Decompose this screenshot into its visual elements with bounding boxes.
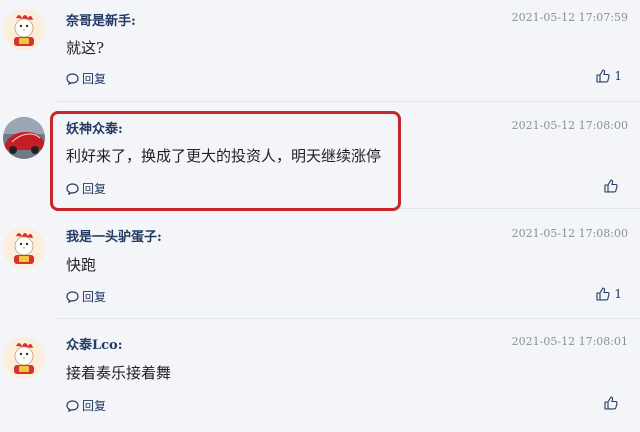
- avatar[interactable]: [2, 116, 46, 160]
- thumbs-up-icon: [604, 396, 618, 410]
- comment-bubble-icon: [66, 72, 79, 85]
- comment-text: 接着奏乐接着舞: [66, 364, 172, 382]
- comment-text: 就这?: [66, 39, 105, 57]
- timestamp: 2021-05-12 17:08:00: [511, 227, 628, 240]
- timestamp: 2021-05-12 17:08:01: [511, 335, 628, 348]
- like-button[interactable]: [604, 179, 622, 193]
- comment-item: 奈哥是新手: 2021-05-12 17:07:59 就这? 回复 1: [0, 0, 640, 108]
- reply-label: 回复: [82, 290, 107, 304]
- thumbs-up-icon: [596, 287, 610, 301]
- like-count: 1: [614, 287, 622, 301]
- like-count: 1: [614, 69, 622, 83]
- comment-item: 我是一头驴蛋子: 2021-05-12 17:08:00 快跑 回复 1: [0, 216, 640, 324]
- red-car-photo-icon: [3, 117, 45, 159]
- comment-item: 众泰Lco: 2021-05-12 17:08:01 接着奏乐接着舞 回复: [0, 324, 640, 432]
- username[interactable]: 众泰Lco:: [66, 334, 123, 353]
- username[interactable]: 我是一头驴蛋子:: [66, 226, 162, 245]
- reply-button[interactable]: 回复: [66, 288, 106, 305]
- thumbs-up-icon: [596, 69, 610, 83]
- reply-label: 回复: [82, 399, 107, 413]
- highlight-box: [50, 111, 401, 211]
- username[interactable]: 奈哥是新手:: [66, 10, 136, 29]
- comment-text: 快跑: [66, 256, 97, 274]
- avatar[interactable]: [2, 8, 46, 52]
- avatar[interactable]: [2, 336, 46, 380]
- timestamp: 2021-05-12 17:08:00: [511, 119, 628, 132]
- comment-bubble-icon: [66, 399, 79, 412]
- avatar[interactable]: [2, 226, 46, 270]
- rooster-cartoon-icon: [3, 337, 45, 379]
- reply-label: 回复: [82, 72, 107, 86]
- reply-button[interactable]: 回复: [66, 70, 106, 87]
- like-button[interactable]: 1: [596, 69, 622, 83]
- timestamp: 2021-05-12 17:07:59: [511, 11, 628, 24]
- like-button[interactable]: 1: [596, 287, 622, 301]
- comment-bubble-icon: [66, 290, 79, 303]
- rooster-cartoon-icon: [3, 9, 45, 51]
- divider: [54, 318, 640, 319]
- rooster-cartoon-icon: [3, 227, 45, 269]
- reply-button[interactable]: 回复: [66, 397, 106, 414]
- thumbs-up-icon: [604, 179, 618, 193]
- like-button[interactable]: [604, 396, 622, 410]
- divider: [54, 101, 640, 102]
